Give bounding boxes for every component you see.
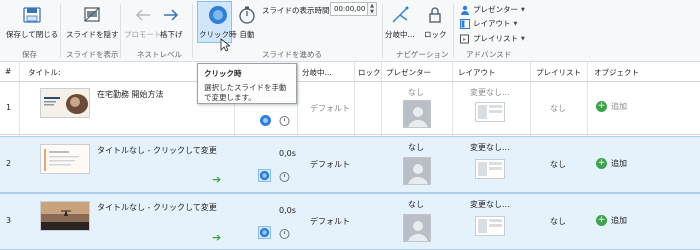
plus-icon: + (596, 158, 607, 169)
person-icon (460, 5, 470, 15)
row-number: 3 (6, 216, 12, 225)
table-header: # タイトル: 分岐中... ロック プレゼンター レイアウト プレイリスト オ… (0, 62, 700, 82)
ribbon-toolbar: 保存して閉じる 保存 スライドを隠す スライドを表示 プロモート 格下げ ネスト… (0, 0, 700, 62)
table-row[interactable]: 1 在宅勤務 開始方法 デフォルト なし 変更なし... なし + 追加 (0, 82, 700, 135)
layout-preview[interactable] (475, 216, 505, 236)
presenter-value[interactable]: なし (408, 199, 424, 210)
presenter-value[interactable]: なし (408, 87, 424, 98)
plus-icon: + (596, 101, 607, 112)
divider (192, 4, 193, 58)
on-click-icon[interactable] (258, 169, 271, 182)
playlist-value[interactable]: なし (550, 216, 566, 227)
group-label-advanced: アドバンスド (466, 50, 512, 59)
presenter-avatar[interactable] (403, 214, 431, 242)
add-object-button[interactable]: + 追加 (596, 101, 627, 112)
plus-icon: + (596, 215, 607, 226)
stopwatch-icon (236, 4, 258, 26)
playlist-value[interactable]: なし (550, 159, 566, 170)
add-object-button[interactable]: + 追加 (596, 215, 627, 226)
chevron-down-icon: ▼ (521, 35, 525, 42)
arrow-left-icon (132, 4, 154, 26)
presenter-avatar[interactable] (403, 100, 431, 128)
slide-thumbnail[interactable] (40, 88, 90, 118)
mouse-click-icon (207, 4, 229, 26)
on-click-button[interactable]: クリック時 (199, 4, 237, 40)
tooltip-body: 選択したスライドを手動で変更します。 (204, 83, 287, 102)
timer-icon[interactable] (278, 227, 291, 240)
presenter-avatar[interactable] (403, 157, 431, 185)
divider (453, 4, 454, 58)
playlist-dropdown[interactable]: プレイリスト ▼ (460, 33, 525, 44)
transition-arrow-icon[interactable]: ➔ (212, 231, 221, 244)
promote-button[interactable]: プロモート (124, 4, 162, 40)
column-header-title[interactable]: タイトル: (28, 67, 61, 78)
layout-preview[interactable] (475, 159, 505, 179)
mouse-cursor-icon (220, 38, 232, 54)
slide-thumbnail[interactable] (40, 201, 90, 231)
layout-dropdown[interactable]: レイアウト ▼ (460, 18, 517, 29)
layout-value[interactable]: 変更なし... (470, 199, 510, 210)
layout-preview[interactable] (475, 102, 505, 122)
duration-value: 0,0s (279, 206, 296, 215)
slide-title[interactable]: タイトルなし - クリックして変更 (97, 145, 217, 156)
duration-input[interactable]: 00:00,00 (330, 2, 368, 16)
column-header-playlist[interactable]: プレイリスト (536, 67, 581, 78)
divider (60, 4, 61, 58)
group-label-show-slides: スライドを表示 (66, 50, 119, 59)
hide-slide-icon (81, 4, 103, 26)
branch-value[interactable]: デフォルト (310, 216, 350, 227)
column-header-branch[interactable]: 分岐中... (302, 67, 332, 78)
auto-advance-button[interactable]: 自動 (236, 4, 258, 40)
group-label-save: 保存 (22, 50, 37, 59)
transition-arrow-icon[interactable]: ➔ (212, 173, 221, 186)
column-header-presenter[interactable]: プレゼンター (386, 67, 431, 78)
add-object-button[interactable]: + 追加 (596, 158, 627, 169)
group-label-navigation: ナビゲーション (396, 50, 449, 59)
row-number: 2 (6, 159, 12, 168)
group-label-advance: スライドを進める (262, 50, 322, 59)
group-label-next-level: ネストレベル (137, 50, 182, 59)
lock-button[interactable]: ロック (424, 4, 447, 40)
branching-button[interactable]: 分岐中... (385, 4, 415, 40)
presenter-value[interactable]: なし (408, 142, 424, 153)
duration-value: 0,0s (279, 149, 296, 158)
lock-icon (424, 4, 446, 26)
save-and-close-button[interactable]: 保存して閉じる (6, 4, 58, 40)
row-number: 1 (6, 103, 12, 112)
slide-title[interactable]: タイトルなし - クリックして変更 (97, 202, 217, 213)
slide-title[interactable]: 在宅勤務 開始方法 (97, 89, 164, 100)
playlist-icon (460, 34, 470, 44)
hide-slide-button[interactable]: スライドを隠す (66, 4, 119, 40)
arrow-right-icon (160, 4, 182, 26)
column-header-lock[interactable]: ロック (358, 67, 381, 78)
duration-spinner[interactable]: ▲ ▼ (368, 2, 377, 16)
chevron-down-icon: ▼ (521, 6, 525, 13)
divider (382, 4, 383, 58)
layout-icon (460, 18, 470, 29)
on-click-tooltip: クリック時 選択したスライドを手動で変更します。 (197, 63, 297, 104)
column-header-layout[interactable]: レイアウト (458, 67, 496, 78)
divider (120, 4, 121, 58)
column-header-num[interactable]: # (5, 67, 11, 76)
column-header-object[interactable]: オブジェクト (594, 67, 639, 78)
presenter-dropdown[interactable]: プレゼンター ▼ (460, 4, 525, 15)
tooltip-title: クリック時 (204, 69, 242, 78)
chevron-down-icon: ▼ (513, 20, 518, 27)
branch-value[interactable]: デフォルト (310, 103, 350, 114)
table-row[interactable]: 3 タイトルなし - クリックして変更 ➔ 0,0s デフォルト なし 変更なし… (0, 193, 700, 250)
duration-label: スライドの表示時間: (262, 6, 333, 15)
branch-value[interactable]: デフォルト (310, 159, 350, 170)
save-close-icon (21, 4, 43, 26)
layout-value[interactable]: 変更なし... (470, 142, 510, 153)
branch-icon (389, 4, 411, 26)
timer-icon[interactable] (278, 170, 291, 183)
table-row[interactable]: 2 タイトルなし - クリックして変更 ➔ 0,0s デフォルト なし 変更なし… (0, 136, 700, 193)
demote-button[interactable]: 格下げ (160, 4, 183, 40)
on-click-icon[interactable] (259, 114, 272, 127)
slide-thumbnail[interactable] (40, 144, 90, 174)
on-click-icon[interactable] (258, 226, 271, 239)
timer-icon[interactable] (278, 114, 291, 127)
playlist-value[interactable]: なし (550, 103, 566, 114)
layout-value[interactable]: 変更なし... (470, 87, 510, 98)
